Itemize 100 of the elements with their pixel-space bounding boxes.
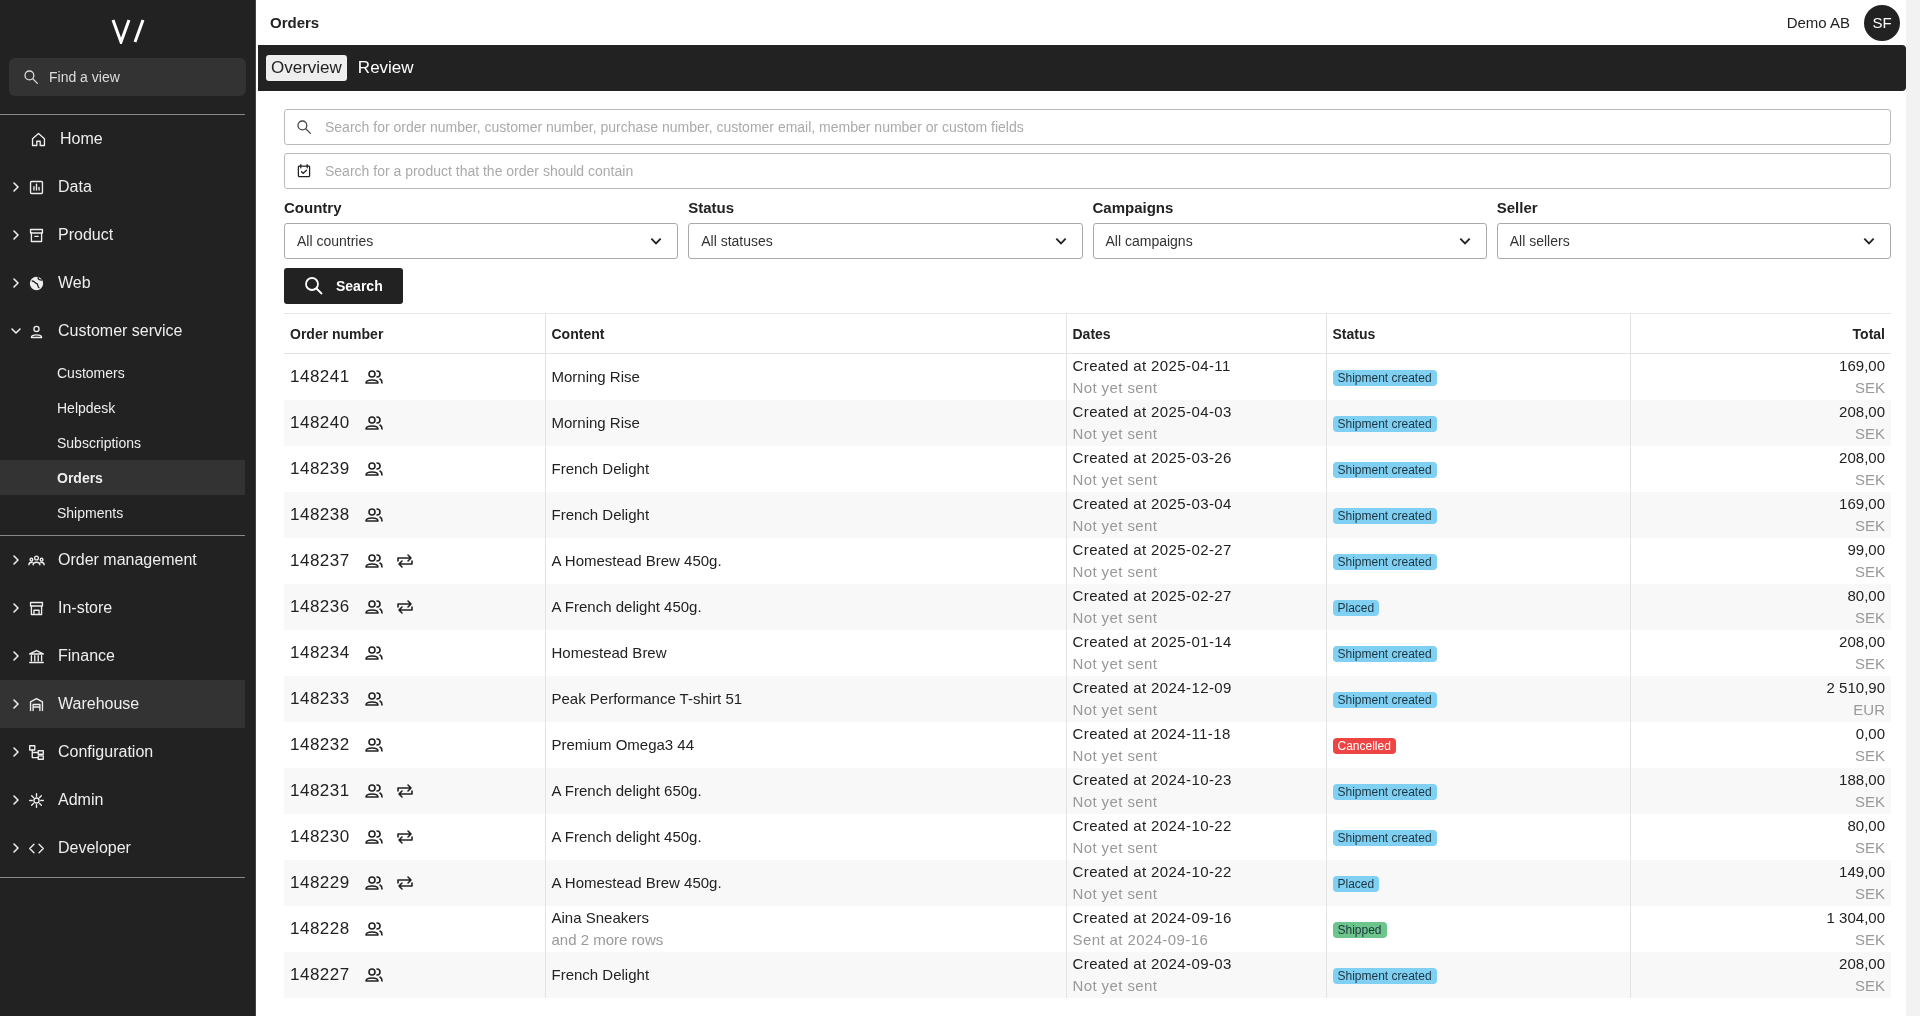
order-search-field[interactable]: Search for order number, customer number, purchase number, customer email, member number or custom fields — [284, 109, 1891, 145]
nav-subitem[interactable]: Helpdesk — [0, 390, 245, 425]
order-number[interactable]: 148239 — [290, 459, 350, 479]
column-header[interactable]: Dates — [1066, 313, 1326, 354]
table-row[interactable]: 148227 French Delight Created at 2024-09-03 Not yet sent Shipment created 208,00 SEK — [284, 952, 1891, 998]
sent-date: Not yet sent — [1072, 470, 1159, 490]
order-total: 149,00 — [1838, 862, 1885, 882]
status-badge: Shipment created — [1332, 416, 1437, 432]
globe-icon — [28, 274, 45, 292]
order-number[interactable]: 148227 — [290, 965, 350, 985]
sent-date: Not yet sent — [1072, 516, 1159, 536]
status-badge: Shipment created — [1332, 784, 1437, 800]
nav-subitem[interactable]: Customers — [0, 355, 245, 390]
sent-date: Not yet sent — [1072, 424, 1159, 444]
order-number[interactable]: 148231 — [290, 781, 350, 801]
order-content: Premium Omega3 44 — [551, 735, 696, 755]
table-row[interactable]: 148231 A French delight 650g. Created at 2024-10-23 Not yet sent Shipment created 188,00 SEK — [284, 768, 1891, 814]
created-date: Created at 2024-10-23 — [1072, 770, 1233, 790]
column-header[interactable]: Order number — [284, 313, 545, 354]
order-number[interactable]: 148233 — [290, 689, 350, 709]
nav-item[interactable]: Web — [0, 259, 245, 307]
column-header[interactable]: Status — [1326, 313, 1630, 354]
sent-date: Not yet sent — [1072, 884, 1159, 904]
tab[interactable]: Overview — [266, 55, 347, 81]
search-button[interactable]: Search — [284, 268, 403, 304]
nav-item[interactable]: Product — [0, 211, 245, 259]
created-date: Created at 2025-04-03 — [1072, 402, 1233, 422]
column-header[interactable]: Total — [1630, 313, 1891, 354]
company-name: Demo AB — [1786, 14, 1850, 31]
chevron-icon[interactable] — [10, 554, 22, 566]
sent-date: Not yet sent — [1072, 562, 1159, 582]
currency: SEK — [1854, 654, 1885, 674]
search-icon — [296, 119, 312, 135]
chevron-icon[interactable] — [10, 325, 22, 337]
nav-item[interactable]: Developer — [0, 824, 245, 872]
box-icon — [28, 226, 45, 244]
nav-item[interactable]: Home — [0, 115, 245, 163]
order-number[interactable]: 148237 — [290, 551, 350, 571]
currency: SEK — [1854, 746, 1885, 766]
table-row[interactable]: 148229 A Homestead Brew 450g. Created at 2024-10-22 Not yet sent Placed 149,00 SEK — [284, 860, 1891, 906]
sent-date: Not yet sent — [1072, 792, 1159, 812]
people-icon — [363, 967, 384, 983]
created-date: Created at 2024-12-09 — [1072, 678, 1233, 698]
order-number[interactable]: 148232 — [290, 735, 350, 755]
nav-item[interactable]: Customer service — [0, 307, 245, 355]
chevron-icon[interactable] — [10, 650, 22, 662]
nav-item[interactable]: Order management — [0, 536, 245, 584]
nav-subitem[interactable]: Shipments — [0, 495, 245, 530]
nav-item[interactable]: In-store — [0, 584, 245, 632]
filter-dropdown[interactable]: All sellers — [1496, 223, 1891, 259]
order-number[interactable]: 148230 — [290, 827, 350, 847]
sent-date: Not yet sent — [1072, 838, 1159, 858]
order-number[interactable]: 148229 — [290, 873, 350, 893]
chevron-icon[interactable] — [10, 229, 22, 241]
tab[interactable]: Review — [352, 55, 419, 81]
column-header[interactable]: Content — [545, 313, 1066, 354]
chevron-icon[interactable] — [10, 794, 22, 806]
table-row[interactable]: 148240 Morning Rise Created at 2025-04-03 Not yet sent Shipment created 208,00 SEK — [284, 400, 1891, 446]
chevron-icon[interactable] — [10, 746, 22, 758]
table-row[interactable]: 148236 A French delight 450g. Created at 2025-02-27 Not yet sent Placed 80,00 SEK — [284, 584, 1891, 630]
chevron-icon[interactable] — [10, 698, 22, 710]
diagram-icon — [28, 743, 45, 761]
table-row[interactable]: 148238 French Delight Created at 2025-03-04 Not yet sent Shipment created 169,00 SEK — [284, 492, 1891, 538]
product-search-field[interactable]: Search for a product that the order should contain — [284, 153, 1891, 189]
nav-item[interactable]: Finance — [0, 632, 245, 680]
filter-dropdown[interactable]: All campaigns — [1092, 223, 1487, 259]
order-number[interactable]: 148238 — [290, 505, 350, 525]
user-avatar[interactable]: SF — [1864, 4, 1900, 41]
order-content: A Homestead Brew 450g. — [551, 551, 723, 571]
order-content: A Homestead Brew 450g. — [551, 873, 723, 893]
table-row[interactable]: 148233 Peak Performance T-shirt 51 Created at 2024-12-09 Not yet sent Shipment created 2 510,90 EUR — [284, 676, 1891, 722]
find-view-field[interactable]: Find a view — [9, 58, 246, 96]
nav-item[interactable]: Admin — [0, 776, 245, 824]
warehouse-icon — [28, 695, 45, 713]
chevron-icon[interactable] — [10, 602, 22, 614]
people-icon — [363, 461, 384, 477]
nav-item[interactable]: Data — [0, 163, 245, 211]
order-total: 0,00 — [1854, 724, 1885, 744]
people-icon — [363, 553, 384, 569]
chevron-icon[interactable] — [10, 181, 22, 193]
order-number[interactable]: 148240 — [290, 413, 350, 433]
status-badge: Shipment created — [1332, 830, 1437, 846]
logo-icon[interactable] — [110, 18, 145, 44]
chevron-icon[interactable] — [10, 277, 22, 289]
order-number[interactable]: 148236 — [290, 597, 350, 617]
nav-subitem[interactable]: Orders — [0, 460, 245, 495]
order-number[interactable]: 148228 — [290, 919, 350, 939]
order-total: 1 304,00 — [1825, 908, 1885, 928]
chevron-icon[interactable] — [10, 842, 22, 854]
nav-subitem[interactable]: Subscriptions — [0, 425, 245, 460]
filter-dropdown[interactable]: All countries — [284, 223, 679, 259]
nav-item[interactable]: Warehouse — [0, 680, 245, 728]
sent-date: Sent at 2024-09-16 — [1072, 930, 1210, 950]
filter-dropdown[interactable]: All statuses — [688, 223, 1083, 259]
currency: EUR — [1852, 700, 1885, 720]
order-number[interactable]: 148234 — [290, 643, 350, 663]
status-badge: Placed — [1332, 876, 1380, 892]
order-number[interactable]: 148241 — [290, 367, 350, 387]
nav-item[interactable]: Configuration — [0, 728, 245, 776]
currency: SEK — [1854, 976, 1885, 996]
